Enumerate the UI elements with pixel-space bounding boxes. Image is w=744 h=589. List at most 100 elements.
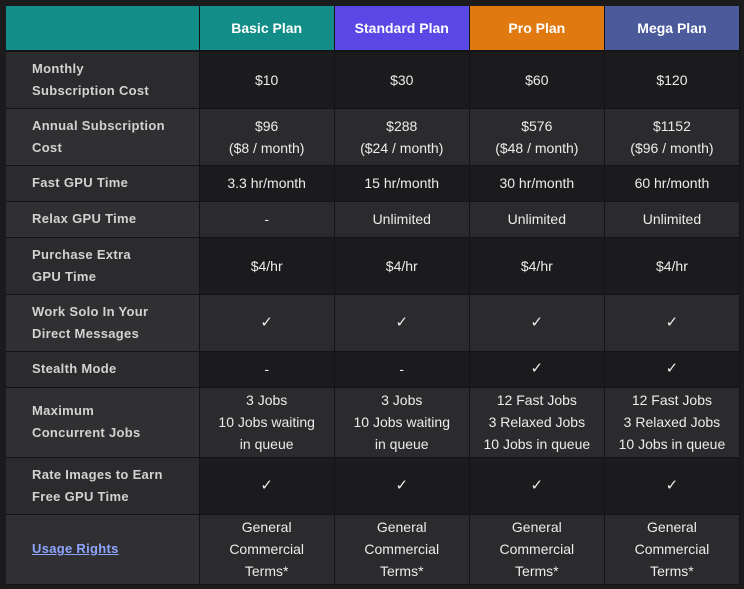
- value-text: 15 hr/month: [364, 175, 440, 191]
- table-row: Annual Subscription Cost $96 ($8 / month) $2…: [6, 108, 741, 166]
- value-cell-mega: 12 Fast Jobs 3 Relaxed Jobs 10 Jobs in que…: [604, 387, 741, 458]
- feature-label-line: Maximum: [32, 403, 95, 418]
- value-text: $576: [521, 117, 553, 134]
- value-cell-mega: ✓: [604, 294, 741, 352]
- pricing-table-container: Basic Plan Standard Plan Pro Plan Mega P…: [6, 6, 741, 585]
- value-text: -: [264, 361, 269, 377]
- value-text: 10 Jobs waiting: [353, 414, 450, 430]
- value-text: Unlimited: [507, 211, 566, 227]
- value-text: 3 Jobs: [381, 392, 423, 408]
- feature-label-cell: Relax GPU Time: [6, 201, 200, 238]
- value-cell-standard: 3 Jobs 10 Jobs waiting in queue: [334, 387, 470, 458]
- value-text: 3 Relaxed Jobs: [488, 414, 586, 430]
- value-text: 3 Relaxed Jobs: [623, 414, 721, 430]
- value-text: 10 Jobs in queue: [483, 436, 591, 452]
- value-cell-basic: -: [199, 201, 335, 238]
- value-text: 60 hr/month: [634, 175, 710, 191]
- feature-label-cell: Maximum Concurrent Jobs: [6, 387, 200, 458]
- feature-label-cell: Annual Subscription Cost: [6, 108, 200, 166]
- value-cell-pro: General Commercial Terms*: [469, 514, 605, 585]
- value-text: 3.3 hr/month: [227, 175, 306, 191]
- value-cell-pro: ✓: [469, 457, 605, 515]
- feature-label-cell: Monthly Subscription Cost: [6, 51, 200, 109]
- value-text: General: [647, 519, 697, 535]
- value-cell-standard: ✓: [334, 457, 470, 515]
- feature-label-line: Annual Subscription: [32, 117, 165, 133]
- value-text: 12 Fast Jobs: [631, 392, 712, 408]
- value-text: $4/hr: [520, 257, 553, 274]
- table-row: Work Solo In Your Direct Messages ✓ ✓ ✓ ✓: [6, 294, 741, 352]
- checkmark-icon: ✓: [530, 313, 544, 331]
- value-cell-pro: $60: [469, 51, 605, 109]
- value-text: in queue: [374, 436, 429, 452]
- table-row: Maximum Concurrent Jobs 3 Jobs 10 Jobs wait…: [6, 387, 741, 458]
- feature-label-cell: Rate Images to Earn Free GPU Time: [6, 457, 200, 515]
- value-cell-pro: $576 ($48 / month): [469, 108, 605, 166]
- value-cell-basic: $4/hr: [199, 237, 335, 295]
- table-row: Fast GPU Time 3.3 hr/month 15 hr/month 30 h…: [6, 165, 741, 202]
- value-cell-standard: $30: [334, 51, 470, 109]
- value-cell-standard: ✓: [334, 294, 470, 352]
- value-cell-mega: Unlimited: [604, 201, 741, 238]
- value-cell-basic: $96 ($8 / month): [199, 108, 335, 166]
- value-text: $4/hr: [250, 257, 283, 274]
- plan-header-basic: Basic Plan: [199, 6, 335, 52]
- value-cell-pro: ✓: [469, 351, 605, 388]
- value-text: General: [241, 519, 292, 535]
- value-cell-pro: $4/hr: [469, 237, 605, 295]
- feature-label-line: Work Solo In Your: [32, 303, 149, 319]
- value-text: 10 Jobs waiting: [218, 414, 315, 430]
- value-text: ($24 / month): [360, 139, 444, 156]
- feature-label-line: Monthly: [32, 60, 84, 76]
- value-cell-mega: ✓: [604, 351, 741, 388]
- value-cell-pro: 12 Fast Jobs 3 Relaxed Jobs 10 Jobs in que…: [469, 387, 605, 458]
- value-text: General: [376, 519, 427, 535]
- value-text: Commercial: [499, 541, 575, 557]
- feature-label-line: Cost: [32, 139, 63, 155]
- value-cell-basic: $10: [199, 51, 335, 109]
- pricing-table-body: Monthly Subscription Cost $10 $30 $60 $120 Ann…: [6, 51, 741, 585]
- value-text: Commercial: [634, 541, 710, 557]
- value-text: $4/hr: [655, 257, 688, 274]
- table-row: Monthly Subscription Cost $10 $30 $60 $120: [6, 51, 741, 109]
- value-cell-basic: 3 Jobs 10 Jobs waiting in queue: [199, 387, 335, 458]
- value-text: $4/hr: [385, 257, 418, 274]
- value-text: Unlimited: [642, 211, 702, 227]
- value-cell-pro: Unlimited: [469, 201, 605, 238]
- feature-label-cell: Fast GPU Time: [6, 165, 200, 202]
- value-cell-mega: $1152 ($96 / month): [604, 108, 741, 166]
- plan-header-mega: Mega Plan: [604, 6, 741, 52]
- plan-header-pro: Pro Plan: [469, 6, 605, 52]
- value-text: -: [399, 361, 405, 377]
- feature-label-line: Relax GPU Time: [32, 211, 137, 226]
- feature-label-line: Rate Images to Earn: [32, 466, 163, 482]
- value-text: Unlimited: [372, 211, 431, 227]
- value-text: $1152: [652, 117, 691, 134]
- pricing-comparison-table: Basic Plan Standard Plan Pro Plan Mega P…: [6, 6, 741, 585]
- value-text: $30: [390, 71, 414, 88]
- value-cell-standard: $288 ($24 / month): [334, 108, 470, 166]
- value-cell-basic: 3.3 hr/month: [199, 165, 335, 202]
- header-corner-cell: [6, 6, 200, 52]
- value-text: Commercial: [364, 541, 440, 557]
- checkmark-icon: ✓: [530, 360, 544, 377]
- checkmark-icon: ✓: [530, 476, 544, 494]
- table-row: Purchase Extra GPU Time $4/hr $4/hr $4/hr $4/…: [6, 237, 741, 295]
- table-row: Relax GPU Time - Unlimited Unlimited Unlimit…: [6, 201, 741, 238]
- feature-label-line: Subscription Cost: [32, 82, 150, 98]
- value-text: in queue: [239, 436, 294, 452]
- value-cell-pro: ✓: [469, 294, 605, 352]
- value-cell-mega: $4/hr: [604, 237, 741, 295]
- usage-rights-link[interactable]: Usage Rights: [32, 541, 119, 556]
- value-cell-mega: 60 hr/month: [604, 165, 741, 202]
- value-text: Terms*: [650, 563, 694, 579]
- value-text: $288: [386, 117, 418, 134]
- value-cell-basic: ✓: [199, 457, 335, 515]
- table-row: Usage Rights General Commercial Terms* Gener…: [6, 514, 741, 585]
- plan-header-standard: Standard Plan: [334, 6, 470, 52]
- value-text: ($48 / month): [495, 139, 579, 156]
- value-text: Terms*: [244, 563, 289, 579]
- checkmark-icon: ✓: [665, 360, 679, 377]
- value-cell-basic: ✓: [199, 294, 335, 352]
- feature-label-line: Concurrent Jobs: [32, 425, 141, 440]
